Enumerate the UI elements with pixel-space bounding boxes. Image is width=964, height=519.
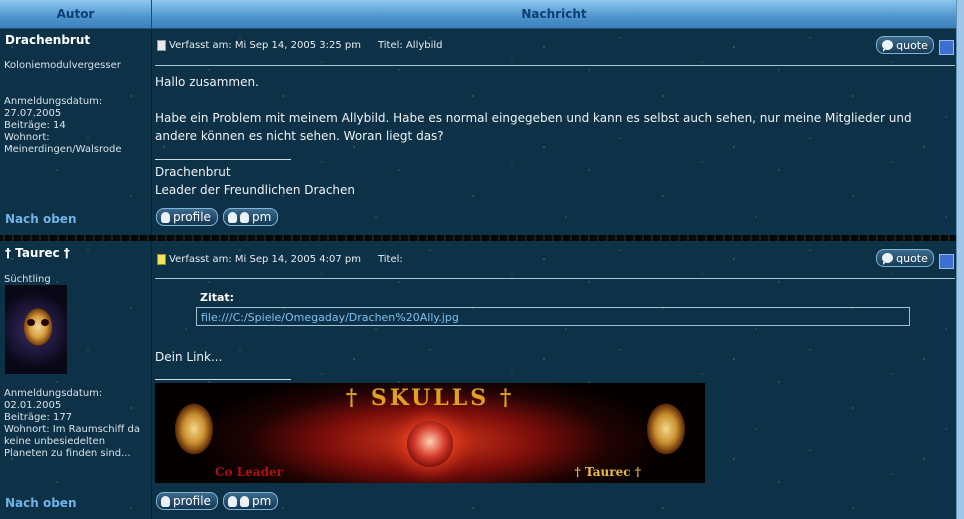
registration-label: Anmeldungsdatum: xyxy=(4,388,103,399)
quote-button[interactable]: quote xyxy=(876,36,934,54)
post-title: Titel: Allybild xyxy=(377,40,443,51)
pm-label: pm xyxy=(252,494,272,508)
post-date: Verfasst am: Mi Sep 14, 2005 4:07 pm xyxy=(169,254,361,265)
username[interactable]: Drachenbrut xyxy=(5,33,90,47)
pm-button[interactable]: pm xyxy=(223,208,279,226)
speech-bubble-icon xyxy=(882,40,894,52)
signature-line: Leader der Freundlichen Drachen xyxy=(155,183,356,197)
banner-title: † SKULLS † xyxy=(345,385,515,411)
profile-label: profile xyxy=(173,494,211,508)
post-separator xyxy=(155,278,955,279)
user-avatar xyxy=(5,285,67,374)
pm-button[interactable]: pm xyxy=(223,492,279,510)
quote-heading: Zitat: xyxy=(200,291,235,304)
signature-separator xyxy=(155,159,291,160)
post-text-line: Habe ein Problem mit meinem Allybild. Ha… xyxy=(155,111,912,143)
avatar-eye xyxy=(27,319,35,326)
user-icon xyxy=(161,211,170,223)
profile-button[interactable]: profile xyxy=(156,208,218,226)
pm-label: pm xyxy=(252,210,272,224)
scrollbar[interactable] xyxy=(956,0,964,519)
column-header-message: Nachricht xyxy=(152,0,956,29)
banner-name: † Taurec † xyxy=(574,465,641,479)
edit-square-icon[interactable] xyxy=(939,254,954,269)
post-body: Verfasst am: Mi Sep 14, 2005 3:25 pm Tit… xyxy=(152,29,956,235)
signature-line: Drachenbrut xyxy=(155,165,231,179)
user-location: Wohnort: Im Raumschiff da keine unbesied… xyxy=(4,424,140,459)
post-count: Beiträge: 177 xyxy=(4,412,73,423)
profile-label: profile xyxy=(173,210,211,224)
post-meta: Verfasst am: Mi Sep 14, 2005 3:25 pm Tit… xyxy=(157,40,443,51)
post-date: Verfasst am: Mi Sep 14, 2005 3:25 pm xyxy=(169,40,361,51)
back-to-top-link[interactable]: Nach oben xyxy=(5,212,77,226)
speech-bubble-icon xyxy=(882,253,894,265)
post-author-panel: Drachenbrut Koloniemodulvergesser Anmeld… xyxy=(0,29,152,235)
back-to-top-link[interactable]: Nach oben xyxy=(5,496,77,510)
quote-button[interactable]: quote xyxy=(876,249,934,267)
user-icon xyxy=(228,495,237,507)
registration-date: 27.07.2005 xyxy=(4,108,62,119)
post-author-panel: † Taurec † Süchtling Anmeldungsdatum: 02… xyxy=(0,241,152,519)
post-count: Beiträge: 14 xyxy=(4,120,66,131)
post-text-line: Hallo zusammen. xyxy=(155,75,259,89)
quote-box: file:///C:/Spiele/Omegaday/Drachen%20All… xyxy=(196,307,910,326)
user-icon xyxy=(161,495,170,507)
post-meta: Verfasst am: Mi Sep 14, 2005 4:07 pm Tit… xyxy=(157,254,403,265)
user-location: Wohnort: Meinerdingen/Walsrode xyxy=(4,132,122,155)
post-icon xyxy=(157,40,166,51)
quote-button-label: quote xyxy=(896,38,928,52)
new-post-icon xyxy=(157,254,166,265)
post-separator xyxy=(155,65,955,66)
avatar-eye xyxy=(41,319,49,326)
column-header-author: Autor xyxy=(0,0,152,29)
post-text-line: Dein Link... xyxy=(155,350,223,364)
edit-square-icon[interactable] xyxy=(939,40,954,55)
user-icon xyxy=(228,211,237,223)
post-title: Titel: xyxy=(377,254,403,265)
user-icon xyxy=(240,495,249,507)
profile-button[interactable]: profile xyxy=(156,492,218,510)
banner-rank: Co Leader xyxy=(215,465,283,479)
user-icon xyxy=(240,211,249,223)
signature-separator xyxy=(155,379,291,380)
registration-label: Anmeldungsdatum: xyxy=(4,96,103,107)
signature-banner: † SKULLS † Co Leader † Taurec † xyxy=(155,383,705,483)
registration-date: 02.01.2005 xyxy=(4,400,62,411)
glowing-orb xyxy=(407,421,453,467)
quote-button-label: quote xyxy=(896,251,928,265)
username[interactable]: † Taurec † xyxy=(5,246,70,260)
user-rank: Koloniemodulvergesser xyxy=(4,60,121,71)
